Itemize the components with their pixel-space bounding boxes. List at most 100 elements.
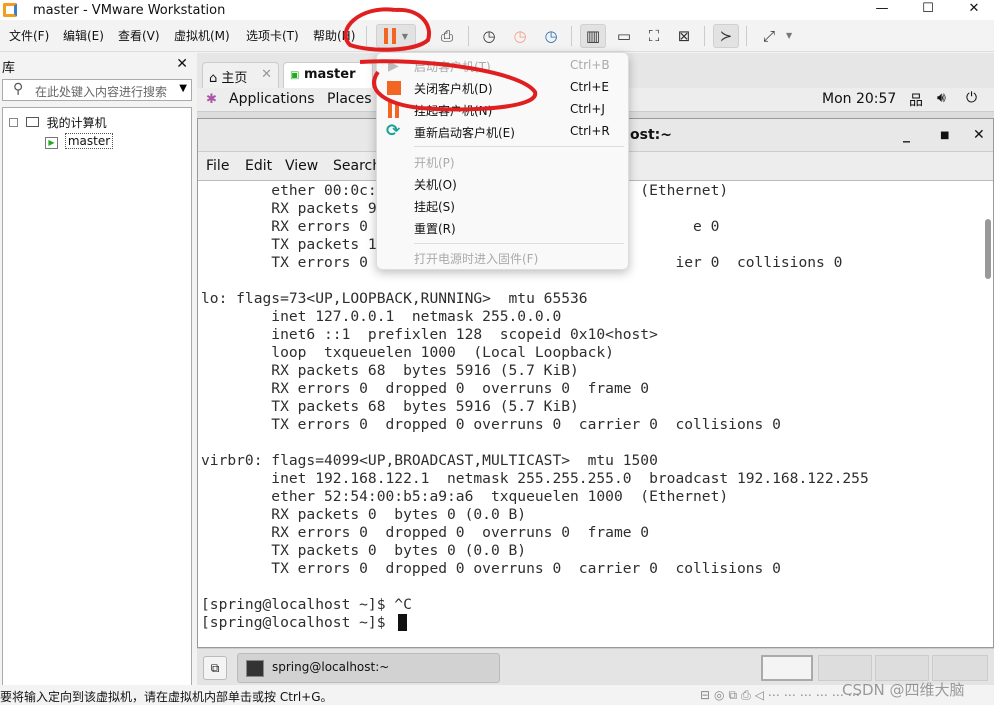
pause-icon	[383, 28, 388, 44]
menu-item-label: 挂起(S)	[414, 200, 455, 214]
terminal-menu-file[interactable]: File	[206, 158, 229, 174]
terminal-line: RX errors 0 dropped 0 overruns 0 frame 0	[201, 380, 650, 397]
clock[interactable]: Mon 20:57	[822, 91, 896, 107]
power-menu-item[interactable]: 挂起客户机(N) Ctrl+J	[377, 99, 630, 121]
menu-file[interactable]: 文件(F)	[9, 27, 49, 44]
console-view-icon[interactable]: ≻	[713, 24, 739, 48]
terminal-line: [spring@localhost ~]$ ^C	[201, 596, 412, 613]
menu-item-label: 开机(P)	[414, 156, 455, 170]
terminal-menu-edit[interactable]: Edit	[245, 158, 272, 174]
power-menu: ▶ 启动客户机(T) Ctrl+B 关闭客户机(D) Ctrl+E 挂起客户机(N) Ctr…	[376, 52, 629, 270]
tree-item-master[interactable]: ▶ master	[45, 133, 114, 149]
close-tab-icon[interactable]: ✕	[261, 67, 272, 82]
power-menu-item[interactable]: ⟳ 重新启动客户机(E) Ctrl+R	[377, 121, 630, 143]
menu-tabs[interactable]: 选项卡(T)	[246, 27, 299, 44]
menu-item-label: 启动客户机(T)	[414, 60, 491, 74]
minimize-button[interactable]: —	[862, 0, 902, 20]
collapse-icon[interactable]	[9, 118, 18, 127]
applications-menu[interactable]: Applications	[229, 91, 315, 107]
terminal-line: inet6 ::1 prefixlen 128 scopeid 0x10<hos…	[201, 326, 658, 343]
library-search-input[interactable]: ⚲ 在此处键入内容进行搜索 ▼	[2, 79, 192, 101]
menu-edit[interactable]: 编辑(E)	[63, 27, 104, 44]
stretch-icon[interactable]: ⤢	[756, 24, 782, 48]
menu-help[interactable]: 帮助(H)	[313, 27, 355, 44]
menu-vm[interactable]: 虚拟机(M)	[174, 27, 230, 44]
full-screen-icon[interactable]: ⛶	[641, 24, 667, 48]
power-dropdown-button[interactable]: ▼	[376, 24, 416, 48]
menu-separator	[414, 146, 624, 147]
power-menu-item[interactable]: 挂起(S)	[377, 195, 630, 217]
network-icon[interactable]: 品	[909, 90, 923, 110]
menu-view[interactable]: 查看(V)	[118, 27, 160, 44]
cursor	[398, 614, 407, 631]
search-icon: ⚲	[13, 81, 24, 97]
menu-item-label: 打开电源时进入固件(F)	[414, 252, 539, 266]
show-library-icon[interactable]: ▥	[580, 24, 606, 48]
workspace-3[interactable]	[875, 655, 929, 681]
show-desktop-icon[interactable]: ⧉	[203, 656, 227, 680]
workspace-4[interactable]	[932, 655, 988, 681]
title-bar: master - VMware Workstation — ☐ ✕	[0, 0, 994, 20]
terminal-line: RX packets 0 bytes 0 (0.0 B)	[201, 506, 527, 523]
places-menu[interactable]: Places	[327, 91, 372, 107]
terminal-line: TX errors 0 dropped 0 overruns 0 carrier…	[201, 560, 781, 577]
chevron-down-icon[interactable]: ▼	[786, 31, 792, 40]
gnome-logo-icon: ✱	[206, 92, 217, 107]
send-ctrl-alt-del-icon[interactable]: ⎙	[434, 24, 460, 48]
power-menu-item: 开机(P)	[377, 151, 630, 173]
power-menu-item[interactable]: 关机(O)	[377, 173, 630, 195]
terminal-line: TX errors 0 dropped 0 overruns 0 carrier…	[201, 416, 781, 433]
vm-icon: ▣	[290, 70, 300, 81]
terminal-minimize-button[interactable]: _	[903, 119, 910, 152]
computer-icon	[25, 117, 39, 127]
menu-item-shortcut: Ctrl+J	[570, 102, 605, 116]
close-button[interactable]: ✕	[954, 0, 994, 20]
terminal-menu-search[interactable]: Search	[333, 158, 381, 174]
terminal-line: [spring@localhost ~]$	[201, 614, 395, 631]
chevron-down-icon: ▼	[401, 31, 409, 41]
maximize-button[interactable]: ☐	[908, 0, 948, 20]
terminal-line: inet 192.168.122.1 netmask 255.255.255.0…	[201, 470, 869, 487]
menu-item-label: 挂起客户机(N)	[414, 104, 493, 118]
thumbnail-bar-icon[interactable]: ▭	[611, 24, 637, 48]
vm-running-icon: ▶	[45, 137, 58, 149]
menu-item-shortcut: Ctrl+B	[570, 58, 610, 72]
stop-icon	[386, 80, 402, 96]
tab-master[interactable]: ▣ master	[283, 62, 373, 88]
toolbar: 文件(F) 编辑(E) 查看(V) 虚拟机(M) 选项卡(T) 帮助(H) ▼ …	[0, 20, 994, 52]
device-icons[interactable]: ⊟◎⧉⎙◁⋯⋯⋯⋯⋯⋯	[700, 688, 864, 703]
menu-item-shortcut: Ctrl+R	[570, 124, 610, 138]
terminal-maximize-button[interactable]: ■	[940, 119, 949, 152]
menu-item-shortcut: Ctrl+E	[570, 80, 609, 94]
workspace-2[interactable]	[818, 655, 872, 681]
restart-icon: ⟳	[386, 121, 401, 141]
snapshot-icon[interactable]: ◷	[476, 24, 502, 48]
terminal-line: TX packets 68 bytes 5916 (5.7 KiB)	[201, 398, 579, 415]
status-bar: 要将输入定向到该虚拟机，请在虚拟机内部单击或按 Ctrl+G。 ⊟◎⧉⎙◁⋯⋯⋯…	[0, 681, 994, 705]
tab-home[interactable]: ⌂ 主页 ✕	[202, 62, 279, 88]
vmware-logo-icon	[3, 3, 17, 17]
unity-icon[interactable]: ⊠	[671, 24, 697, 48]
terminal-scrollbar[interactable]	[985, 219, 991, 279]
library-close-button[interactable]: ✕	[176, 56, 188, 72]
terminal-line: TX packets 0 bytes 0 (0.0 B)	[201, 542, 527, 559]
chevron-down-icon[interactable]: ▼	[179, 83, 187, 94]
power-menu-item[interactable]: 重置(R)	[377, 217, 630, 239]
volume-icon[interactable]: 🔊︎	[937, 90, 946, 106]
library-tree: 我的计算机 ▶ master	[2, 107, 192, 687]
terminal-menu-view[interactable]: View	[285, 158, 318, 174]
snapshot-manager-icon[interactable]: ◷	[538, 24, 564, 48]
terminal-line: RX packets 68 bytes 5916 (5.7 KiB)	[201, 362, 579, 379]
terminal-close-button[interactable]: ✕	[973, 119, 985, 152]
tree-item-my-computer[interactable]: 我的计算机	[9, 114, 107, 131]
library-title: 库	[2, 61, 16, 76]
power-icon[interactable]: ⏻	[966, 90, 977, 106]
terminal-icon	[246, 660, 264, 677]
window-title: master - VMware Workstation	[33, 2, 226, 18]
workspace-1[interactable]	[761, 655, 813, 681]
menu-item-label: 关闭客户机(D)	[414, 82, 493, 96]
power-menu-item[interactable]: 关闭客户机(D) Ctrl+E	[377, 77, 630, 99]
terminal-line: lo: flags=73<UP,LOOPBACK,RUNNING> mtu 65…	[201, 290, 588, 307]
taskbar-terminal-button[interactable]: spring@localhost:~	[237, 653, 500, 683]
revert-snapshot-icon[interactable]: ◷	[507, 24, 533, 48]
